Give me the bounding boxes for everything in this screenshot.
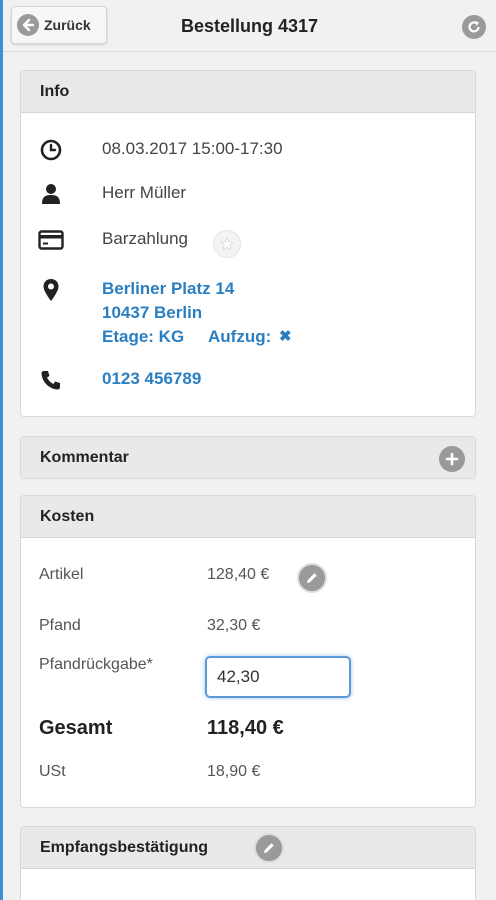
refresh-icon[interactable] — [462, 15, 486, 39]
cost-item-label: Artikel — [39, 566, 84, 583]
pencil-icon[interactable] — [254, 833, 284, 863]
pencil-icon[interactable] — [297, 563, 327, 593]
elevator-no-icon: ✖ — [279, 328, 292, 345]
plus-icon[interactable] — [439, 446, 465, 472]
clock-icon — [38, 137, 64, 163]
star-icon[interactable] — [213, 230, 241, 258]
deposit-return-input[interactable] — [205, 656, 351, 698]
receipt-card: Empfangsbestätigung — [20, 826, 476, 900]
payment-method: Barzahlung — [102, 229, 189, 248]
page-title: Bestellung 4317 — [180, 16, 319, 36]
elevator-label: Aufzug: — [208, 327, 272, 346]
credit-card-icon — [38, 227, 64, 253]
map-marker-icon — [38, 277, 64, 303]
cost-item-label: Pfand — [39, 617, 81, 634]
left-border-accent — [0, 0, 3, 900]
vat-label: USt — [39, 763, 66, 780]
receipt-card-header: Empfangsbestätigung — [21, 827, 475, 869]
address-street-link[interactable]: Berliner Platz 14 — [102, 277, 234, 301]
total-label: Gesamt — [39, 717, 113, 739]
receipt-card-title: Empfangsbestätigung — [40, 838, 209, 856]
comment-card: Kommentar — [20, 436, 476, 479]
address-city-link[interactable]: 10437 Berlin — [102, 301, 202, 325]
costs-card-title: Kosten — [21, 496, 475, 538]
comment-card-header: Kommentar — [21, 437, 475, 478]
vat-value: 18,90 € — [207, 763, 261, 780]
floor-info: Etage: KG — [102, 327, 185, 346]
comment-card-title: Kommentar — [40, 449, 129, 466]
deposit-return-label: Pfandrückgabe* — [39, 656, 153, 673]
cost-item-value: 32,30 € — [207, 617, 261, 634]
costs-card: Kosten Artikel 128,40 € Pfand 32,30 € Pf… — [20, 495, 476, 808]
top-bar: Zurück Bestellung 4317 — [3, 0, 496, 52]
total-value: 118,40 € — [207, 717, 284, 739]
delivery-datetime: 08.03.2017 15:00-17:30 — [102, 139, 283, 158]
info-card: Info 08.03.2017 15:00-17:30 Herr Müller … — [20, 70, 476, 417]
phone-icon — [38, 367, 64, 393]
customer-name: Herr Müller — [102, 183, 187, 202]
info-card-title: Info — [21, 71, 475, 113]
phone-link[interactable]: 0123 456789 — [102, 367, 201, 391]
cost-item-value: 128,40 € — [207, 566, 270, 583]
user-icon — [38, 181, 64, 207]
